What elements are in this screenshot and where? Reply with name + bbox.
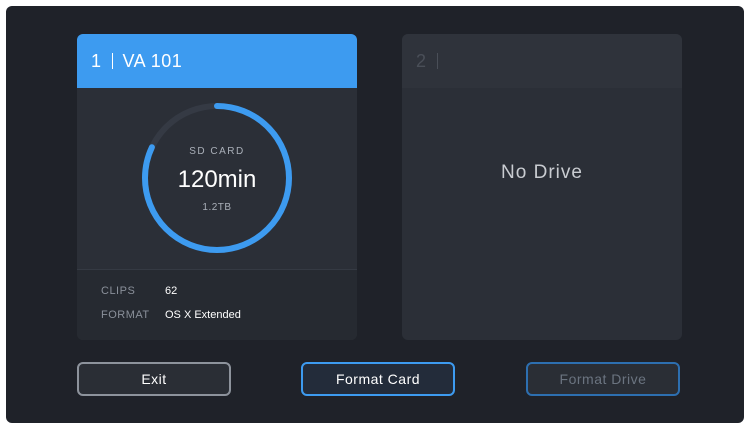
- slot-1-header: 1 VA 101: [77, 34, 357, 88]
- capacity-ring: SD CARD 120min 1.2TB: [77, 88, 357, 272]
- slot-2-card[interactable]: 2 No Drive: [402, 34, 682, 340]
- slot-1-card[interactable]: 1 VA 101 SD CARD 120min 1.2TB CLIPS 62 F…: [77, 34, 357, 340]
- format-label: FORMAT: [101, 309, 150, 321]
- slot-2-header: 2: [402, 34, 682, 88]
- format-screen: 1 VA 101 SD CARD 120min 1.2TB CLIPS 62 F…: [6, 6, 744, 423]
- format-drive-button[interactable]: Format Drive: [526, 362, 680, 396]
- exit-button[interactable]: Exit: [77, 362, 231, 396]
- clips-value: 62: [165, 285, 178, 297]
- no-drive-status: No Drive: [501, 162, 583, 183]
- slot-2-separator: [436, 53, 438, 69]
- slot-1-name: VA 101: [122, 50, 183, 71]
- format-value: OS X Extended: [165, 309, 241, 321]
- format-row: FORMAT OS X Extended: [101, 309, 241, 321]
- slot-1-separator: [111, 53, 113, 69]
- format-card-button[interactable]: Format Card: [301, 362, 455, 396]
- slot-1-info: CLIPS 62 FORMAT OS X Extended: [77, 269, 357, 340]
- slot-1-number: 1: [91, 50, 102, 71]
- slot-2-number: 2: [416, 50, 427, 71]
- media-type-label: SD CARD: [189, 146, 245, 157]
- clips-row: CLIPS 62: [101, 285, 177, 297]
- clips-label: CLIPS: [101, 285, 136, 297]
- remaining-time: 120min: [177, 166, 257, 193]
- card-capacity: 1.2TB: [202, 202, 232, 213]
